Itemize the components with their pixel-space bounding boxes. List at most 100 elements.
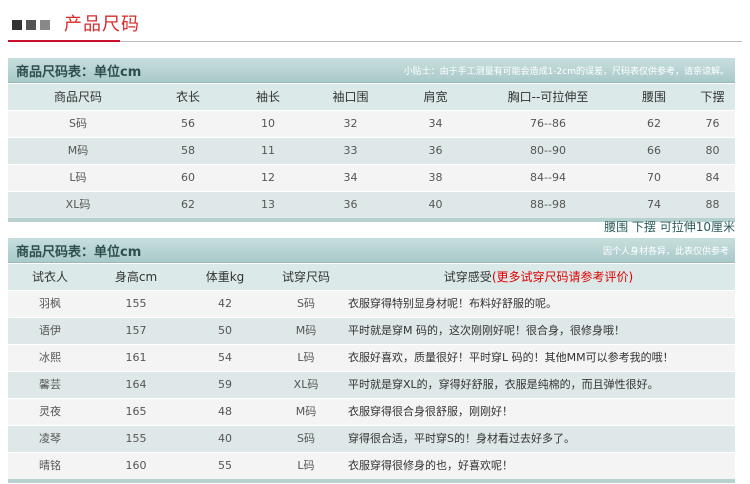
table-cell: 74 (647, 198, 661, 211)
table-cell: 66 (647, 144, 661, 157)
divider (120, 41, 742, 42)
table-cell: 40 (218, 432, 232, 445)
table-cell: 157 (125, 324, 147, 337)
table-cell: 155 (125, 432, 147, 445)
tryon-table: 商品尺码表：单位cm 因个人身材各异，此表仅供参考 试衣人 身高cm 体重kg 试穿尺… (8, 238, 735, 483)
table-row: 凌琴 155 40 S码 穿得很合适，平时穿S的！身材看过去好多了。 (8, 425, 735, 452)
table-cell: 灵夜 (39, 405, 61, 418)
table-cell: 58 (181, 144, 195, 157)
column-header: 腰围 (641, 90, 666, 104)
table-cell: 84--94 (530, 171, 566, 184)
table-cell: 36 (428, 144, 443, 157)
table-cell: 60 (181, 171, 195, 184)
title-underline (8, 40, 120, 42)
table-cell: 33 (343, 144, 358, 157)
table-cell: 38 (428, 171, 443, 184)
column-header: 肩宽 (423, 90, 448, 104)
table-row: 冰熙 161 54 L码 衣服好喜欢，质量很好！平时穿L 码的！其他MM可以参考我的哦！ (8, 344, 735, 371)
table-cell: 36 (343, 198, 358, 211)
table-row: XL码 62 13 36 40 88--98 74 88 (8, 191, 735, 218)
table-cell: 164 (125, 378, 147, 391)
square-icon (40, 20, 50, 30)
table-cell: 80 (705, 144, 720, 157)
table-cell: M码 (295, 324, 317, 337)
table-cell: 160 (125, 459, 147, 472)
table-cell: 42 (218, 297, 232, 310)
table-caption: 商品尺码表：单位cm 小贴士：由于手工测量有可能会造成1-2cm的误差，尺码表仅… (8, 58, 735, 83)
table-title: 商品尺码表：单位cm (16, 245, 142, 260)
table-cell: S码 (297, 297, 315, 310)
table-row: 羽枫 155 42 S码 衣服穿得特别显身材呢！布料好舒服的呢。 (8, 290, 735, 317)
table-caption: 商品尺码表：单位cm 因个人身材各异，此表仅供参考 (8, 238, 735, 263)
column-header: 商品尺码 (53, 90, 102, 104)
page-title: 产品尺码 (64, 14, 140, 35)
table-cell: 衣服穿得很合身很舒服，刚刚好！ (348, 405, 513, 418)
column-header: 身高cm (114, 270, 158, 284)
column-header: 胸口--可拉伸至 (507, 90, 589, 104)
table-cell: 晴铭 (39, 459, 61, 472)
table-row: 晴铭 160 55 L码 衣服穿得很修身的也，好喜欢呢！ (8, 452, 735, 479)
table-cell: 13 (261, 198, 275, 211)
table-cell: 语伊 (39, 324, 61, 337)
table-cell: 平时就是穿M 码的，这次刚刚好呢！很合身，很修身哦！ (348, 324, 625, 337)
table-row: M码 58 11 33 36 80--90 66 80 (8, 137, 735, 164)
table-cell: 80--90 (530, 144, 566, 157)
table-cell: 59 (218, 378, 232, 391)
table-cell: L码 (297, 351, 315, 364)
column-header: 试穿尺码 (281, 270, 330, 284)
table-cell: 34 (428, 117, 443, 130)
table-cell: 冰熙 (39, 351, 61, 364)
table-cell: 161 (125, 351, 147, 364)
table-cell: 56 (181, 117, 195, 130)
square-icon (12, 20, 22, 30)
table-cell: 84 (705, 171, 720, 184)
table-header-row: 试衣人 身高cm 体重kg 试穿尺码 试穿感受(更多试穿尺码请参考评价) (8, 263, 735, 290)
column-header: 衣长 (175, 90, 200, 104)
table-cell: XL码 (65, 198, 91, 211)
table-cell: S码 (297, 432, 315, 445)
table-note: 因个人身材各异，此表仅供参考 (602, 247, 729, 257)
table-cell: M码 (67, 144, 89, 157)
square-icon (26, 20, 36, 30)
table-cell: 155 (125, 297, 147, 310)
table-title: 商品尺码表：单位cm (16, 65, 142, 80)
table-cell: XL码 (293, 378, 319, 391)
table-cell: 12 (261, 171, 275, 184)
table-row: 馨芸 164 59 XL码 平时就是穿XL的，穿得好舒服，衣服是纯棉的，而且弹性很好。 (8, 371, 735, 398)
table-cell: 40 (428, 198, 443, 211)
table-cell: 76--86 (530, 117, 566, 130)
section-header: 产品尺码 (0, 0, 750, 42)
column-header: 下摆 (700, 90, 725, 104)
column-header: 袖长 (255, 90, 280, 104)
table-row: S码 56 10 32 34 76--86 62 76 (8, 110, 735, 137)
table-cell: 11 (261, 144, 275, 157)
table-cell: 62 (181, 198, 195, 211)
column-header: 试穿感受(更多试穿尺码请参考评价) (342, 264, 735, 290)
table-cell: M码 (295, 405, 317, 418)
table-cell: 54 (218, 351, 232, 364)
table-cell: 衣服穿得很修身的也，好喜欢呢！ (348, 459, 513, 472)
table-cell: 76 (705, 117, 720, 130)
column-header: 试衣人 (31, 270, 68, 284)
table-header-row: 商品尺码 衣长 袖长 袖口围 肩宽 胸口--可拉伸至 腰围 下摆 (8, 83, 735, 110)
table-cell: 馨芸 (39, 378, 61, 391)
table-cell: 平时就是穿XL的，穿得好舒服，衣服是纯棉的，而且弹性很好。 (348, 378, 659, 391)
table-cell: 衣服好喜欢，质量很好！平时穿L 码的！其他MM可以参考我的哦！ (348, 351, 674, 364)
table-cell: 凌琴 (39, 432, 61, 445)
review-hint: (更多试穿尺码请参考评价) (491, 270, 634, 284)
table-cell: 70 (647, 171, 661, 184)
table-cell: S码 (69, 117, 87, 130)
table-cell: 穿得很合适，平时穿S的！身材看过去好多了。 (348, 432, 575, 445)
column-header: 袖口围 (332, 90, 369, 104)
table-row: 灵夜 165 48 M码 衣服穿得很合身很舒服，刚刚好！ (8, 398, 735, 425)
table-cell: 48 (218, 405, 232, 418)
table-cell: 32 (343, 117, 358, 130)
table-cell: 88 (705, 198, 720, 211)
table-cell: 165 (125, 405, 147, 418)
column-header: 体重kg (205, 270, 245, 284)
table-cell: 衣服穿得特别显身材呢！布料好舒服的呢。 (348, 297, 557, 310)
stretch-note: 腰围 下摆 可拉伸10厘米 (604, 220, 735, 234)
table-cell: 10 (261, 117, 275, 130)
table-row: L码 60 12 34 38 84--94 70 84 (8, 164, 735, 191)
table-cell: 88--98 (530, 198, 566, 211)
